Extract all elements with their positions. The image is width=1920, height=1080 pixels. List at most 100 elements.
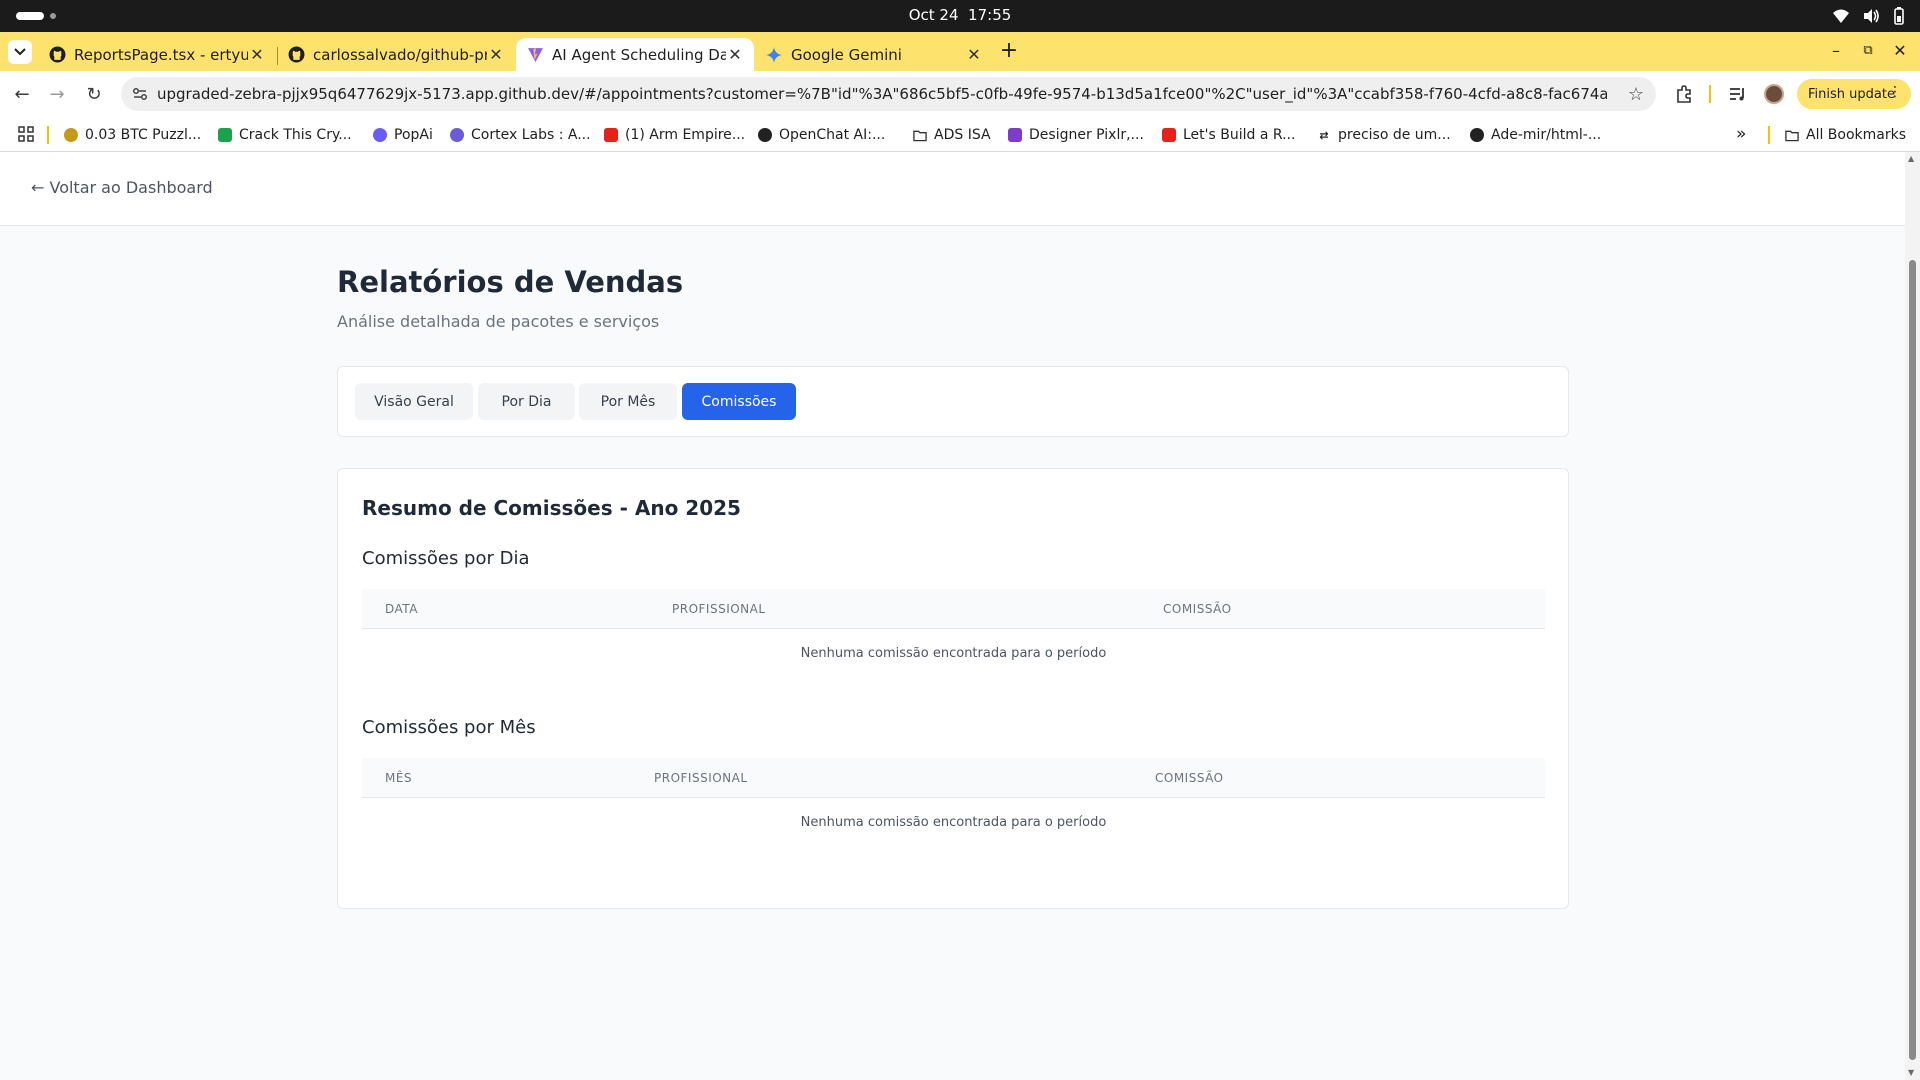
reload-icon: ↻ xyxy=(86,83,102,105)
browser-tab[interactable]: Google Gemini ✕ xyxy=(755,38,993,71)
bookmark-star-icon[interactable]: ☆ xyxy=(1628,84,1644,105)
tab-comissoes[interactable]: Comissões xyxy=(682,383,796,420)
media-control-icon[interactable] xyxy=(1727,83,1749,105)
bookmark-item[interactable]: (1) Arm Empire... xyxy=(604,125,745,145)
tab-title: Google Gemini xyxy=(791,45,902,64)
bookmark-label: Crack This Cry... xyxy=(239,127,352,143)
bookmark-label: 0.03 BTC Puzzl... xyxy=(85,127,202,143)
restore-button[interactable]: ⧉ xyxy=(1858,43,1878,58)
finish-update-button[interactable]: Finish update ⋮ xyxy=(1797,79,1911,109)
column-header-profissional: PROFISSIONAL xyxy=(654,771,748,785)
bookmark-item[interactable]: Let's Build a R... xyxy=(1162,125,1295,145)
minimize-button[interactable]: – xyxy=(1826,41,1846,60)
bookmark-item[interactable]: OpenChat AI:... xyxy=(758,125,885,145)
browser-tab[interactable]: ReportsPage.tsx - ertyu | ✕ xyxy=(38,38,276,71)
vite-icon xyxy=(526,46,544,64)
address-bar[interactable]: upgraded-zebra-pjjx95q6477629jx-5173.app… xyxy=(121,77,1656,111)
bookmark-item[interactable]: 0.03 BTC Puzzl... xyxy=(64,125,201,145)
site-info-icon[interactable] xyxy=(131,85,149,103)
arrow-right-icon: → xyxy=(49,83,65,105)
empty-state-row: Nenhuma comissão encontrada para o perío… xyxy=(362,798,1545,850)
monthly-section-title: Comissões por Mês xyxy=(362,717,536,738)
new-tab-button[interactable]: + xyxy=(996,40,1022,64)
apps-grid-icon[interactable] xyxy=(18,126,34,142)
bookmark-folder[interactable]: ADS ISA xyxy=(913,125,991,145)
table-header: DATA PROFISSIONAL COMISSÃO xyxy=(362,589,1545,629)
browser-tab[interactable]: carlossalvado/github-pro ✕ xyxy=(277,38,515,71)
bookmark-label: OpenChat AI:... xyxy=(779,127,886,143)
bitcoin-icon xyxy=(64,128,78,142)
browser-toolbar: ← → ↻ upgraded-zebra-pjjx95q6477629jx-51… xyxy=(0,71,1920,117)
tab-visao-geral[interactable]: Visão Geral xyxy=(355,383,473,420)
table-header: MÊS PROFISSIONAL COMISSÃO xyxy=(362,758,1545,798)
column-header-mes: MÊS xyxy=(385,771,413,785)
bookmark-label: PopAi xyxy=(394,127,433,143)
tab-por-mes[interactable]: Por Mês xyxy=(579,383,677,420)
forward-button[interactable]: → xyxy=(45,82,69,106)
close-icon[interactable]: ✕ xyxy=(726,45,744,64)
bookmarks-bar: 0.03 BTC Puzzl... Crack This Cry... PopA… xyxy=(0,117,1920,152)
close-icon: ✕ xyxy=(1893,41,1907,60)
browser-tab-strip: ReportsPage.tsx - ertyu | ✕ carlossalvad… xyxy=(0,32,1920,71)
os-clock[interactable]: Oct 24 17:55 xyxy=(0,6,1920,24)
finish-update-label: Finish update xyxy=(1808,86,1895,102)
scroll-down-icon[interactable]: ▼ xyxy=(1908,1068,1914,1077)
tab-search-button[interactable] xyxy=(8,40,32,64)
bookmark-divider xyxy=(1768,126,1770,144)
close-window-button[interactable]: ✕ xyxy=(1890,41,1910,60)
monthly-commissions-table: MÊS PROFISSIONAL COMISSÃO Nenhuma comiss… xyxy=(362,758,1545,850)
bookmark-label: Ade-mir/html-... xyxy=(1491,127,1602,143)
url-text[interactable]: upgraded-zebra-pjjx95q6477629jx-5173.app… xyxy=(157,85,1607,103)
bookmarks-overflow-icon[interactable]: » xyxy=(1736,124,1746,144)
column-header-comissao: COMISSÃO xyxy=(1155,771,1224,785)
close-icon[interactable]: ✕ xyxy=(487,45,505,64)
empty-state-row: Nenhuma comissão encontrada para o perío… xyxy=(362,629,1545,681)
os-top-bar: Oct 24 17:55 xyxy=(0,0,1920,32)
close-icon[interactable]: ✕ xyxy=(248,45,266,64)
cortex-icon xyxy=(450,128,464,142)
github-icon xyxy=(1470,128,1484,142)
folder-icon xyxy=(913,128,927,142)
youtube-icon xyxy=(604,128,618,142)
page-subtitle: Análise detalhada de pacotes e serviços xyxy=(337,312,660,331)
tab-title: AI Agent Scheduling Das xyxy=(552,45,726,64)
card-title: Resumo de Comissões - Ano 2025 xyxy=(362,496,741,520)
extensions-icon[interactable] xyxy=(1673,83,1695,105)
bookmark-label: (1) Arm Empire... xyxy=(625,127,746,143)
wifi-icon xyxy=(1833,9,1849,23)
page-title: Relatórios de Vendas xyxy=(337,265,684,299)
os-time: 17:55 xyxy=(968,6,1012,24)
battery-icon xyxy=(1894,7,1904,25)
all-bookmarks-button[interactable]: All Bookmarks xyxy=(1785,125,1906,145)
tab-por-dia[interactable]: Por Dia xyxy=(478,383,575,420)
bookmark-item[interactable]: Cortex Labs : A... xyxy=(450,125,591,145)
page-scrollbar[interactable]: ▲ ▼ xyxy=(1905,152,1920,1080)
gemini-icon xyxy=(765,46,783,64)
folder-icon xyxy=(1785,128,1799,142)
browser-tab-active[interactable]: AI Agent Scheduling Das ✕ xyxy=(516,38,754,71)
bookmark-item[interactable]: Crack This Cry... xyxy=(218,125,352,145)
os-date: Oct 24 xyxy=(908,6,959,24)
bookmark-label: Let's Build a R... xyxy=(1183,127,1296,143)
bookmark-item[interactable]: ⇄ preciso de um... xyxy=(1317,125,1451,145)
popai-icon xyxy=(373,128,387,142)
tab-title: ReportsPage.tsx - ertyu | xyxy=(74,45,248,64)
scrollbar-thumb[interactable] xyxy=(1909,260,1916,1060)
more-menu-icon: ⋮ xyxy=(1888,84,1902,100)
close-icon[interactable]: ✕ xyxy=(965,45,983,64)
bookmark-item[interactable]: PopAi xyxy=(373,125,433,145)
scroll-up-icon[interactable]: ▲ xyxy=(1908,154,1914,163)
all-bookmarks-label: All Bookmarks xyxy=(1806,127,1907,143)
back-to-dashboard-link[interactable]: ← Voltar ao Dashboard xyxy=(31,178,213,197)
system-tray[interactable] xyxy=(1832,7,1906,25)
profile-avatar[interactable] xyxy=(1764,84,1784,104)
reload-button[interactable]: ↻ xyxy=(82,82,106,106)
bookmark-item[interactable]: Ade-mir/html-... xyxy=(1470,125,1601,145)
github-icon xyxy=(48,46,66,64)
page-header: ← Voltar ao Dashboard xyxy=(0,152,1905,226)
link-icon: ⇄ xyxy=(1317,128,1331,142)
back-button[interactable]: ← xyxy=(10,82,34,106)
bookmark-item[interactable]: Designer Pixlr,... xyxy=(1008,125,1144,145)
arrow-left-icon: ← xyxy=(14,83,30,105)
bookmark-label: Designer Pixlr,... xyxy=(1029,127,1144,143)
